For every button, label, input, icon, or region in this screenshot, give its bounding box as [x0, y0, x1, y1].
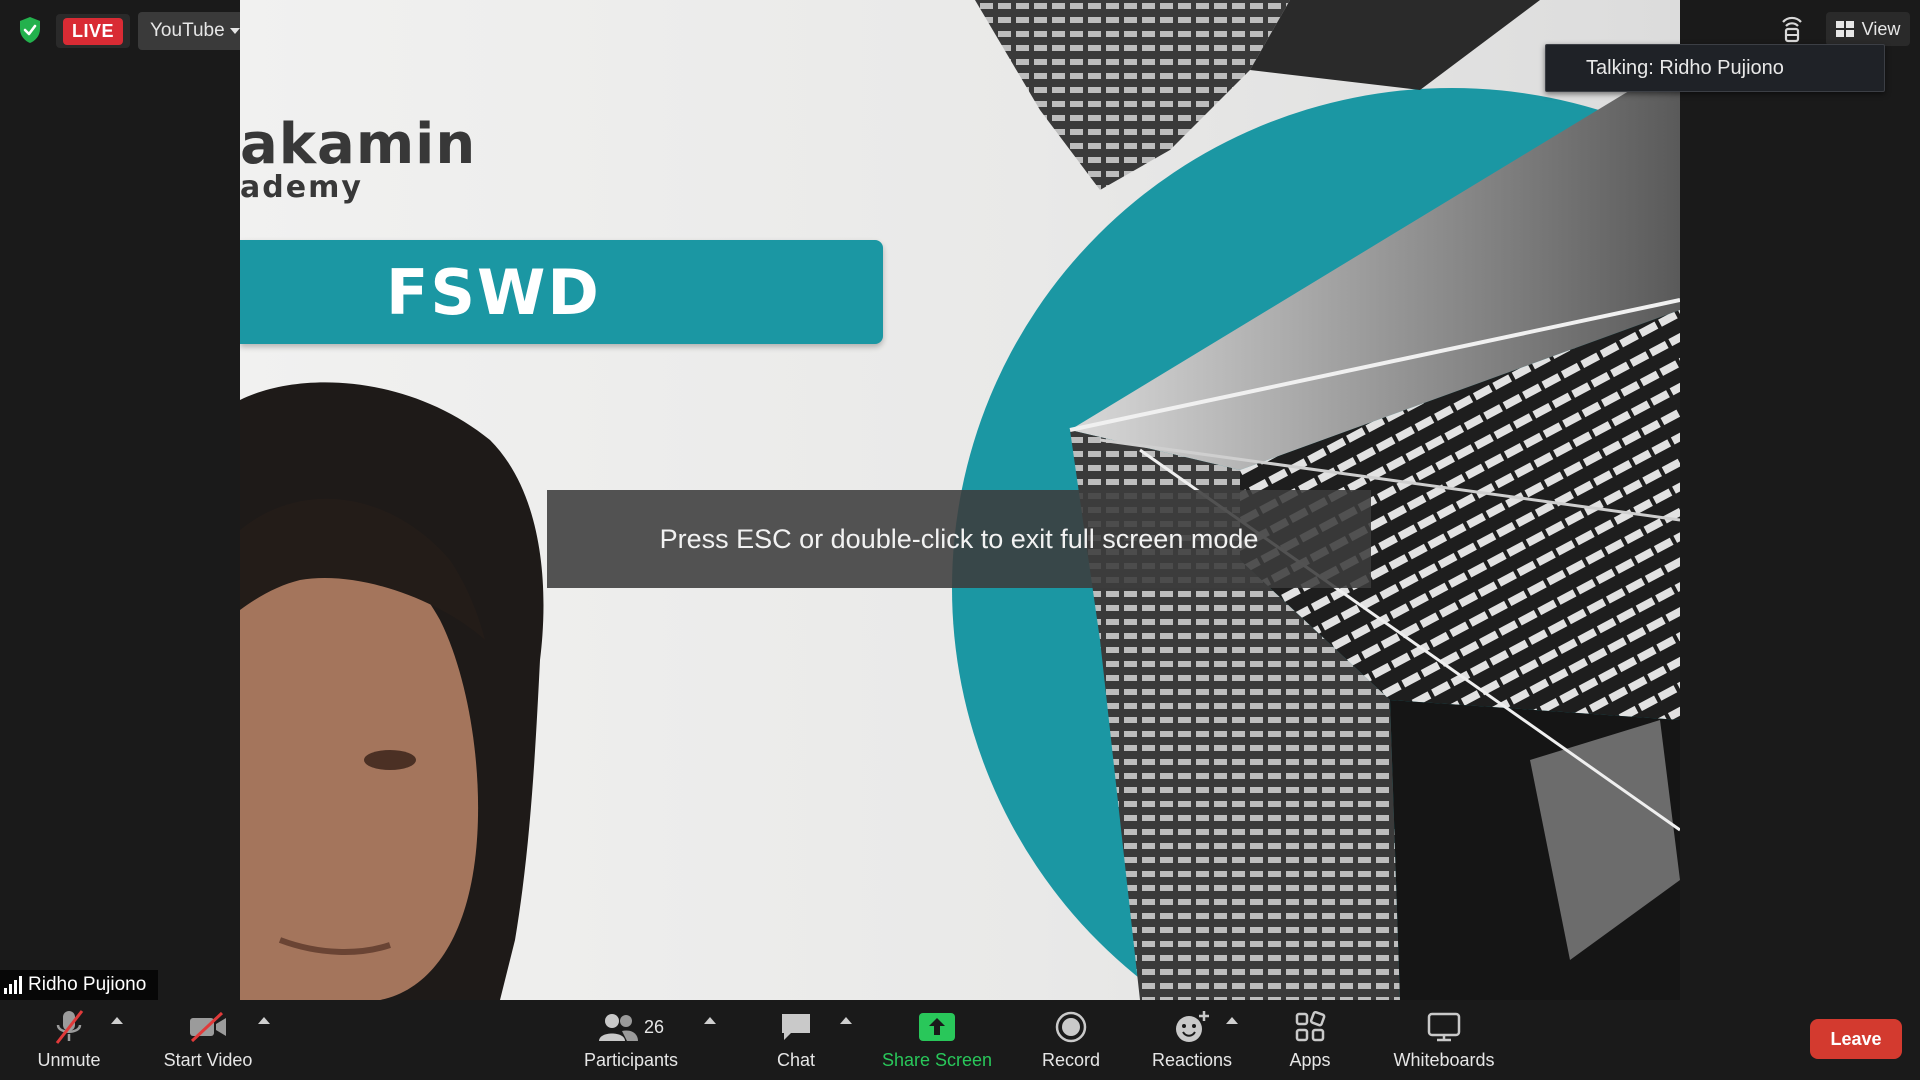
- reactions-label: Reactions: [1151, 1050, 1233, 1070]
- signal-strength-icon: [4, 976, 22, 994]
- record-label: Record: [1041, 1050, 1101, 1070]
- share-screen-button[interactable]: Share Screen: [880, 1000, 994, 1080]
- muted-microphone-icon: [55, 1010, 84, 1044]
- reactions-smiley-icon: [1176, 1011, 1209, 1042]
- whiteboards-label: Whiteboards: [1393, 1050, 1495, 1070]
- fullscreen-exit-hint: Press ESC or double-click to exit full s…: [547, 490, 1371, 588]
- whiteboard-icon: [1427, 1012, 1461, 1042]
- audio-options-chevron-icon[interactable]: [111, 1017, 123, 1024]
- video-off-icon: [190, 1011, 226, 1043]
- chat-options-chevron-icon[interactable]: [840, 1017, 852, 1024]
- share-screen-label: Share Screen: [881, 1050, 993, 1070]
- live-badge: LIVE: [62, 17, 123, 45]
- apps-icon: [1295, 1011, 1326, 1042]
- slide-banner: FSWD: [240, 240, 883, 344]
- record-button[interactable]: Record: [1036, 1000, 1106, 1080]
- participant-count: 26: [643, 1016, 665, 1037]
- view-label: View: [1861, 18, 1901, 39]
- livestream-platform-dropdown[interactable]: YouTube: [138, 12, 250, 50]
- participants-icon: [598, 1014, 638, 1041]
- leave-button[interactable]: Leave: [1810, 1019, 1902, 1059]
- zoom-meeting-window: LIVE YouTube View akamin ademy FSWD Pres…: [0, 0, 1920, 1080]
- unmute-label: Unmute: [37, 1050, 101, 1070]
- shared-video-area[interactable]: akamin ademy FSWD Press ESC or double-cl…: [240, 0, 1680, 1000]
- participants-options-chevron-icon[interactable]: [704, 1017, 716, 1024]
- start-video-label: Start Video: [163, 1050, 253, 1070]
- slide-logo-subtext: ademy: [240, 170, 363, 205]
- apps-button[interactable]: Apps: [1280, 1000, 1340, 1080]
- chat-bubble-icon: [782, 1014, 810, 1040]
- whiteboards-button[interactable]: Whiteboards: [1384, 1000, 1504, 1080]
- live-indicator[interactable]: LIVE: [56, 14, 130, 48]
- apps-label: Apps: [1289, 1050, 1331, 1070]
- record-icon: [1055, 1011, 1087, 1043]
- immersive-view-icon[interactable]: [1777, 14, 1807, 44]
- unmute-button[interactable]: Unmute: [26, 1000, 112, 1080]
- chevron-down-icon: [230, 28, 240, 34]
- start-video-button[interactable]: Start Video: [156, 1000, 260, 1080]
- share-screen-arrow-icon: [919, 1013, 955, 1041]
- participants-label: Participants: [583, 1050, 679, 1070]
- chat-label: Chat: [776, 1050, 816, 1070]
- reactions-button[interactable]: Reactions: [1148, 1000, 1236, 1080]
- reactions-options-chevron-icon[interactable]: [1226, 1017, 1238, 1024]
- slide-banner-text: FSWD: [386, 255, 601, 329]
- slide-logo-text: akamin: [240, 112, 477, 177]
- participant-name-tag: Ridho Pujiono: [0, 970, 158, 1000]
- video-options-chevron-icon[interactable]: [258, 1017, 270, 1024]
- platform-label: YouTube: [150, 20, 225, 41]
- participant-name: Ridho Pujiono: [28, 974, 147, 995]
- presenter-video-overlay: [240, 382, 544, 1000]
- chat-button[interactable]: Chat: [766, 1000, 826, 1080]
- talking-indicator: Talking: Ridho Pujiono: [1545, 44, 1885, 92]
- security-shield-icon[interactable]: [14, 14, 46, 46]
- view-button[interactable]: View: [1826, 12, 1910, 46]
- participants-button[interactable]: 26 Participants: [578, 1000, 684, 1080]
- meeting-toolbar: Unmute Start Video 26 Participants Chat …: [0, 1000, 1920, 1080]
- grid-icon: [1835, 21, 1854, 37]
